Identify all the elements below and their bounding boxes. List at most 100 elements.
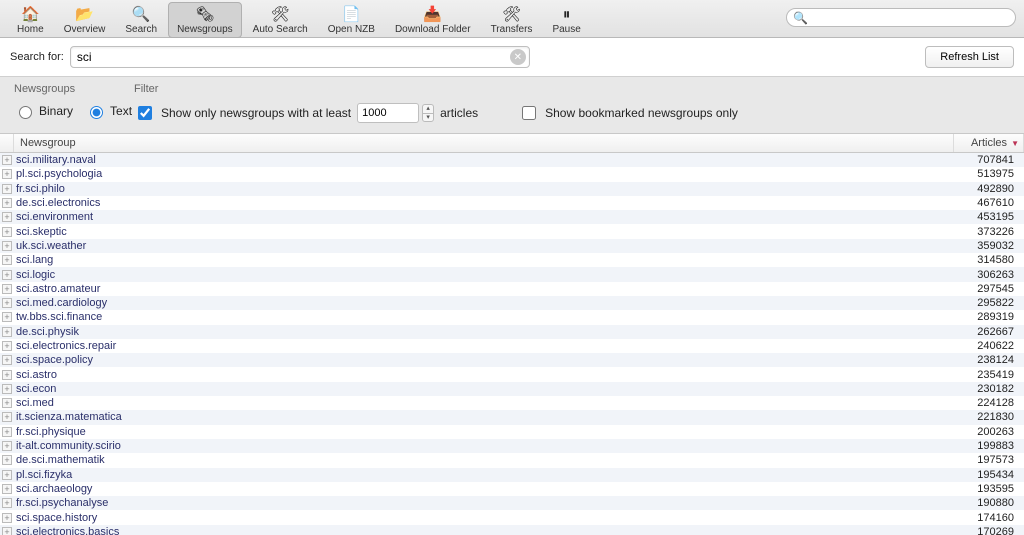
expand-row-icon[interactable]: + <box>0 212 14 222</box>
col-newsgroup[interactable]: Newsgroup <box>14 134 954 152</box>
table-row[interactable]: +fr.sci.philo492890 <box>0 182 1024 196</box>
search-icon: 🔍 <box>132 5 150 23</box>
expand-row-icon[interactable]: + <box>0 484 14 494</box>
expand-row-icon[interactable]: + <box>0 284 14 294</box>
expand-row-icon[interactable]: + <box>0 341 14 351</box>
expand-row-icon[interactable]: + <box>0 427 14 437</box>
expand-row-icon[interactable]: + <box>0 241 14 251</box>
expand-row-icon[interactable]: + <box>0 412 14 422</box>
newsgroup-table: Newsgroup Articles ▼ +sci.military.naval… <box>0 134 1024 535</box>
toolbar-search-box[interactable]: 🔍 <box>786 8 1016 27</box>
refresh-list-button[interactable]: Refresh List <box>925 46 1014 68</box>
clear-search-icon[interactable]: ✕ <box>510 49 526 65</box>
col-articles[interactable]: Articles ▼ <box>954 134 1024 152</box>
table-row[interactable]: +pl.sci.psychologia513975 <box>0 167 1024 181</box>
article-count: 195434 <box>954 469 1024 481</box>
col-expand[interactable] <box>0 134 14 152</box>
expand-row-icon[interactable]: + <box>0 169 14 179</box>
atleast-checkbox[interactable] <box>138 106 152 120</box>
expand-row-icon[interactable]: + <box>0 327 14 337</box>
expand-row-icon[interactable]: + <box>0 441 14 451</box>
table-row[interactable]: +sci.space.history174160 <box>0 510 1024 524</box>
atleast-value-input[interactable] <box>357 103 419 123</box>
expand-row-icon[interactable]: + <box>0 298 14 308</box>
bookmarked-label: Show bookmarked newsgroups only <box>545 106 738 120</box>
table-row[interactable]: +sci.electronics.repair240622 <box>0 339 1024 353</box>
radio-binary[interactable]: Binary <box>14 103 73 119</box>
toolbar-transfers-button[interactable]: 🛠Transfers <box>482 2 542 38</box>
expand-row-icon[interactable]: + <box>0 455 14 465</box>
table-row[interactable]: +sci.archaeology193595 <box>0 482 1024 496</box>
expand-row-icon[interactable]: + <box>0 255 14 265</box>
table-row[interactable]: +it.scienza.matematica221830 <box>0 410 1024 424</box>
toolbar-search-button[interactable]: 🔍Search <box>116 2 166 38</box>
table-row[interactable]: +fr.sci.psychanalyse190880 <box>0 496 1024 510</box>
toolbar-search-input[interactable] <box>812 11 1009 25</box>
expand-row-icon[interactable]: + <box>0 513 14 523</box>
table-row[interactable]: +sci.electronics.basics170269 <box>0 525 1024 535</box>
toolbar-home-button[interactable]: 🏠Home <box>8 2 53 38</box>
article-count: 224128 <box>954 397 1024 409</box>
article-count: 513975 <box>954 168 1024 180</box>
table-row[interactable]: +de.sci.physik262667 <box>0 325 1024 339</box>
table-row[interactable]: +sci.logic306263 <box>0 267 1024 281</box>
expand-row-icon[interactable]: + <box>0 384 14 394</box>
overview-icon: 📂 <box>76 5 94 23</box>
toolbar-open-nzb-button[interactable]: 📄Open NZB <box>319 2 384 38</box>
newsgroup-name: it.scienza.matematica <box>14 411 954 423</box>
table-row[interactable]: +sci.space.policy238124 <box>0 353 1024 367</box>
stepper-down-icon[interactable]: ▾ <box>422 113 434 122</box>
table-row[interactable]: +sci.med224128 <box>0 396 1024 410</box>
expand-row-icon[interactable]: + <box>0 198 14 208</box>
expand-row-icon[interactable]: + <box>0 155 14 165</box>
newsgroup-name: de.sci.electronics <box>14 197 954 209</box>
stepper-up-icon[interactable]: ▴ <box>422 104 434 113</box>
expand-row-icon[interactable]: + <box>0 398 14 408</box>
newsgroup-name: sci.military.naval <box>14 154 954 166</box>
expand-row-icon[interactable]: + <box>0 470 14 480</box>
toolbar-pause-button[interactable]: ⏸Pause <box>543 2 589 38</box>
table-row[interactable]: +fr.sci.physique200263 <box>0 425 1024 439</box>
expand-row-icon[interactable]: + <box>0 370 14 380</box>
article-count: 240622 <box>954 340 1024 352</box>
table-row[interactable]: +tw.bbs.sci.finance289319 <box>0 310 1024 324</box>
table-row[interactable]: +uk.sci.weather359032 <box>0 239 1024 253</box>
toolbar-auto-search-button[interactable]: 🛠Auto Search <box>244 2 317 38</box>
radio-text-input[interactable] <box>90 106 103 119</box>
radio-text[interactable]: Text <box>85 103 132 119</box>
newsgroup-name: sci.med.cardiology <box>14 297 954 309</box>
table-row[interactable]: +it-alt.community.scirio199883 <box>0 439 1024 453</box>
table-row[interactable]: +sci.econ230182 <box>0 382 1024 396</box>
expand-row-icon[interactable]: + <box>0 355 14 365</box>
newsgroup-name: sci.archaeology <box>14 483 954 495</box>
expand-row-icon[interactable]: + <box>0 184 14 194</box>
search-for-input[interactable] <box>70 46 530 68</box>
table-body[interactable]: +sci.military.naval707841+pl.sci.psychol… <box>0 153 1024 535</box>
expand-row-icon[interactable]: + <box>0 312 14 322</box>
toolbar-button-label: Home <box>17 24 44 35</box>
table-row[interactable]: +sci.military.naval707841 <box>0 153 1024 167</box>
table-row[interactable]: +sci.astro235419 <box>0 367 1024 381</box>
download-folder-icon: 📥 <box>424 5 442 23</box>
table-row[interactable]: +de.sci.electronics467610 <box>0 196 1024 210</box>
toolbar-download-folder-button[interactable]: 📥Download Folder <box>386 2 480 38</box>
article-count: 235419 <box>954 369 1024 381</box>
newsgroup-name: sci.logic <box>14 269 954 281</box>
table-row[interactable]: +sci.med.cardiology295822 <box>0 296 1024 310</box>
table-row[interactable]: +sci.skeptic373226 <box>0 224 1024 238</box>
table-row[interactable]: +sci.lang314580 <box>0 253 1024 267</box>
bookmarked-checkbox[interactable] <box>522 106 536 120</box>
atleast-stepper[interactable]: ▴▾ <box>422 104 434 122</box>
toolbar-newsgroups-button[interactable]: 🗞Newsgroups <box>168 2 242 38</box>
toolbar-overview-button[interactable]: 📂Overview <box>55 2 115 38</box>
expand-row-icon[interactable]: + <box>0 227 14 237</box>
article-count: 492890 <box>954 183 1024 195</box>
expand-row-icon[interactable]: + <box>0 270 14 280</box>
expand-row-icon[interactable]: + <box>0 498 14 508</box>
table-row[interactable]: +de.sci.mathematik197573 <box>0 453 1024 467</box>
expand-row-icon[interactable]: + <box>0 527 14 535</box>
table-row[interactable]: +pl.sci.fizyka195434 <box>0 468 1024 482</box>
table-row[interactable]: +sci.astro.amateur297545 <box>0 282 1024 296</box>
radio-binary-input[interactable] <box>19 106 32 119</box>
table-row[interactable]: +sci.environment453195 <box>0 210 1024 224</box>
